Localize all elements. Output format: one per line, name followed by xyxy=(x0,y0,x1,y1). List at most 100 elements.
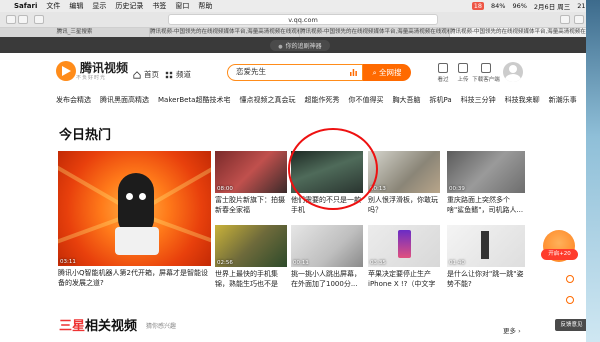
video-thumbnail[interactable]: 00:13 xyxy=(368,151,440,193)
menu-file[interactable]: 文件 xyxy=(46,1,60,11)
logo-text: 腾讯视频 xyxy=(80,60,129,75)
tab-qq-video-1[interactable]: 腾讯视频-中国领先的在线视频媒体平台,海量高清视频在线观看 xyxy=(150,28,300,37)
menu-help[interactable]: 帮助 xyxy=(198,1,212,11)
video-duration: 03:11 xyxy=(60,259,76,265)
video-card[interactable]: 03:35 苹果决定要停止生产iPhone X !?（中文字幕） xyxy=(368,225,440,295)
forward-button[interactable] xyxy=(18,15,28,24)
video-thumbnail[interactable]: 02:56 xyxy=(215,225,287,267)
category-item[interactable]: 拆机Pa xyxy=(429,95,451,105)
menu-history[interactable]: 历史记录 xyxy=(115,1,143,11)
tab-qq-video-active[interactable]: 腾讯视频-中国领先的在线视频媒体平台,海量高清视频在线观看 xyxy=(450,28,600,37)
scroll-top-icon[interactable] xyxy=(566,296,574,304)
featured-thumbnail[interactable]: 03:11 xyxy=(58,151,211,266)
battery-percent[interactable]: 84% xyxy=(491,2,505,10)
search-input[interactable]: 恋爱先生 xyxy=(227,64,363,81)
close-float-icon[interactable] xyxy=(566,275,574,283)
upload-label: 上传 xyxy=(457,77,469,83)
video-thumbnail[interactable]: 08:00 xyxy=(215,151,287,193)
category-item[interactable]: 科技三分钟 xyxy=(461,95,496,105)
category-item[interactable]: MakerBeta超酷技术宅 xyxy=(158,95,230,105)
more-label: 更多 xyxy=(503,327,516,335)
related-title: 相关视频 xyxy=(85,319,138,334)
category-item[interactable]: 科技我来聊 xyxy=(505,95,540,105)
phone-illustration xyxy=(398,230,411,258)
video-duration: 01:40 xyxy=(449,260,465,266)
video-thumbnail[interactable]: 01:40 xyxy=(447,225,525,267)
notification-badge[interactable]: 18 xyxy=(471,2,485,10)
history-icon xyxy=(438,63,448,73)
video-thumbnail[interactable]: 00:39 xyxy=(447,151,525,193)
search-value: 恋爱先生 xyxy=(236,67,266,76)
category-item[interactable]: 发布会精选 xyxy=(56,95,91,105)
category-item[interactable]: 超能作死秀 xyxy=(304,95,339,105)
video-card[interactable]: 00:39 重庆路面上突然多个啥"鲨鱼鳍"，司机路人... xyxy=(447,151,525,221)
category-item[interactable]: 胸大吾脑 xyxy=(392,95,420,105)
video-duration: 00:11 xyxy=(293,260,309,266)
history-button[interactable]: 看过 xyxy=(432,63,454,83)
video-card[interactable]: 00:13 别人恨浮滑板，你敢玩吗？ xyxy=(368,151,440,221)
sidebar-toggle-button[interactable] xyxy=(34,15,44,24)
browser-toolbar: v.qq.com xyxy=(0,12,600,28)
address-bar[interactable]: v.qq.com xyxy=(168,14,438,25)
home-icon xyxy=(133,70,141,79)
search-button[interactable]: ⌕ 全网搜 xyxy=(363,64,411,81)
grid-icon xyxy=(165,71,173,78)
featured-caption[interactable]: 腾讯小Q智能机器人第2代开箱，屏幕才是智能设备的发展之道? xyxy=(58,268,211,290)
nav-channel[interactable]: 频道 xyxy=(165,69,191,80)
download-icon xyxy=(481,63,491,73)
more-link[interactable]: 更多 › xyxy=(503,325,521,335)
menu-window[interactable]: 窗口 xyxy=(175,1,189,11)
category-bar: 发布会精选 腾讯黑面高精选 MakerBeta超酷技术宅 懂点视频之真会玩 超能… xyxy=(56,95,577,105)
video-duration: 02:56 xyxy=(217,260,233,266)
menu-app-name[interactable]: Safari xyxy=(14,2,37,10)
video-card[interactable]: 00:11 挑一挑小人跳出屏幕，在外面加了1000分... xyxy=(291,225,363,295)
search-button-label: 全网搜 xyxy=(379,68,402,77)
macos-menubar: Safari 文件 编辑 显示 历史记录 书签 窗口 帮助 18 84% 96%… xyxy=(0,0,600,12)
video-caption[interactable]: 重庆路面上突然多个啥"鲨鱼鳍"，司机路人... xyxy=(447,195,525,216)
video-caption[interactable]: 是什么让你对"跳一跳"姿势不能? xyxy=(447,269,525,290)
video-caption[interactable]: 富士胶片新旗下：拍摄新春全家福 xyxy=(215,195,287,216)
tab-qq-video-2[interactable]: 腾讯视频-中国领先的在线视频媒体平台,海量高清视频在线观看 xyxy=(300,28,450,37)
category-item[interactable]: 新潮乐事 xyxy=(549,95,577,105)
site-logo[interactable]: 腾讯视频 不负好时光 xyxy=(54,60,129,81)
download-client-button[interactable]: 下载客户端 xyxy=(472,63,500,83)
video-thumbnail[interactable]: 03:35 xyxy=(368,225,440,267)
figure-illustration xyxy=(481,231,489,259)
video-caption[interactable]: 挑一挑小人跳出屏幕，在外面加了1000分... xyxy=(291,269,363,290)
video-caption[interactable]: 苹果决定要停止生产iPhone X !?（中文字幕） xyxy=(368,269,440,290)
video-caption[interactable]: 世界上最快的手机集锦，熟能生巧也不是吹... xyxy=(215,269,287,290)
history-label: 看过 xyxy=(437,77,449,83)
nav-channel-label: 频道 xyxy=(176,70,191,79)
menu-edit[interactable]: 编辑 xyxy=(69,1,83,11)
wifi-percent[interactable]: 96% xyxy=(512,2,526,10)
share-button[interactable] xyxy=(560,15,570,24)
video-card[interactable]: 01:40 是什么让你对"跳一跳"姿势不能? xyxy=(447,225,525,295)
hot-rank-icon[interactable] xyxy=(350,69,357,76)
feedback-button[interactable]: 反馈意见 xyxy=(555,319,588,331)
nav-home[interactable]: 首页 xyxy=(133,69,159,80)
category-item[interactable]: 懂点视频之真会玩 xyxy=(239,95,295,105)
points-badge[interactable]: 开启+20 xyxy=(541,249,578,260)
upload-button[interactable]: 上传 xyxy=(452,63,474,83)
category-item[interactable]: 腾讯黑面高精选 xyxy=(100,95,149,105)
video-caption[interactable]: 别人恨浮滑板，你敢玩吗？ xyxy=(368,195,440,216)
back-button[interactable] xyxy=(6,15,16,24)
tab-bar: 腾讯_三星搜索 腾讯视频-中国领先的在线视频媒体平台,海量高清视频在线观看 腾讯… xyxy=(0,28,600,37)
menu-view[interactable]: 显示 xyxy=(92,1,106,11)
nav-home-label: 首页 xyxy=(144,70,159,79)
video-thumbnail[interactable]: 00:11 xyxy=(291,225,363,267)
video-card[interactable]: 02:56 世界上最快的手机集锦，熟能生巧也不是吹... xyxy=(215,225,287,295)
featured-video-card[interactable]: 03:11 腾讯小Q智能机器人第2代开箱，屏幕才是智能设备的发展之道? xyxy=(58,151,211,291)
avatar[interactable] xyxy=(503,62,523,82)
category-item[interactable]: 你不值得买 xyxy=(348,95,383,105)
tencent-video-logo-icon xyxy=(54,61,76,81)
menu-bookmarks[interactable]: 书签 xyxy=(152,1,166,11)
download-label: 下载客户端 xyxy=(472,77,500,83)
date-label[interactable]: 2月6日 周三 xyxy=(534,1,570,11)
related-section-title: 三星相关视频 xyxy=(59,315,137,334)
tab-samsung-search[interactable]: 腾讯_三星搜索 xyxy=(0,28,150,37)
promo-pill[interactable]: 你的追剧神器 xyxy=(270,39,330,51)
video-card[interactable]: 08:00 富士胶片新旗下：拍摄新春全家福 xyxy=(215,151,287,221)
tabs-button[interactable] xyxy=(574,15,584,24)
video-duration: 03:35 xyxy=(370,260,386,266)
